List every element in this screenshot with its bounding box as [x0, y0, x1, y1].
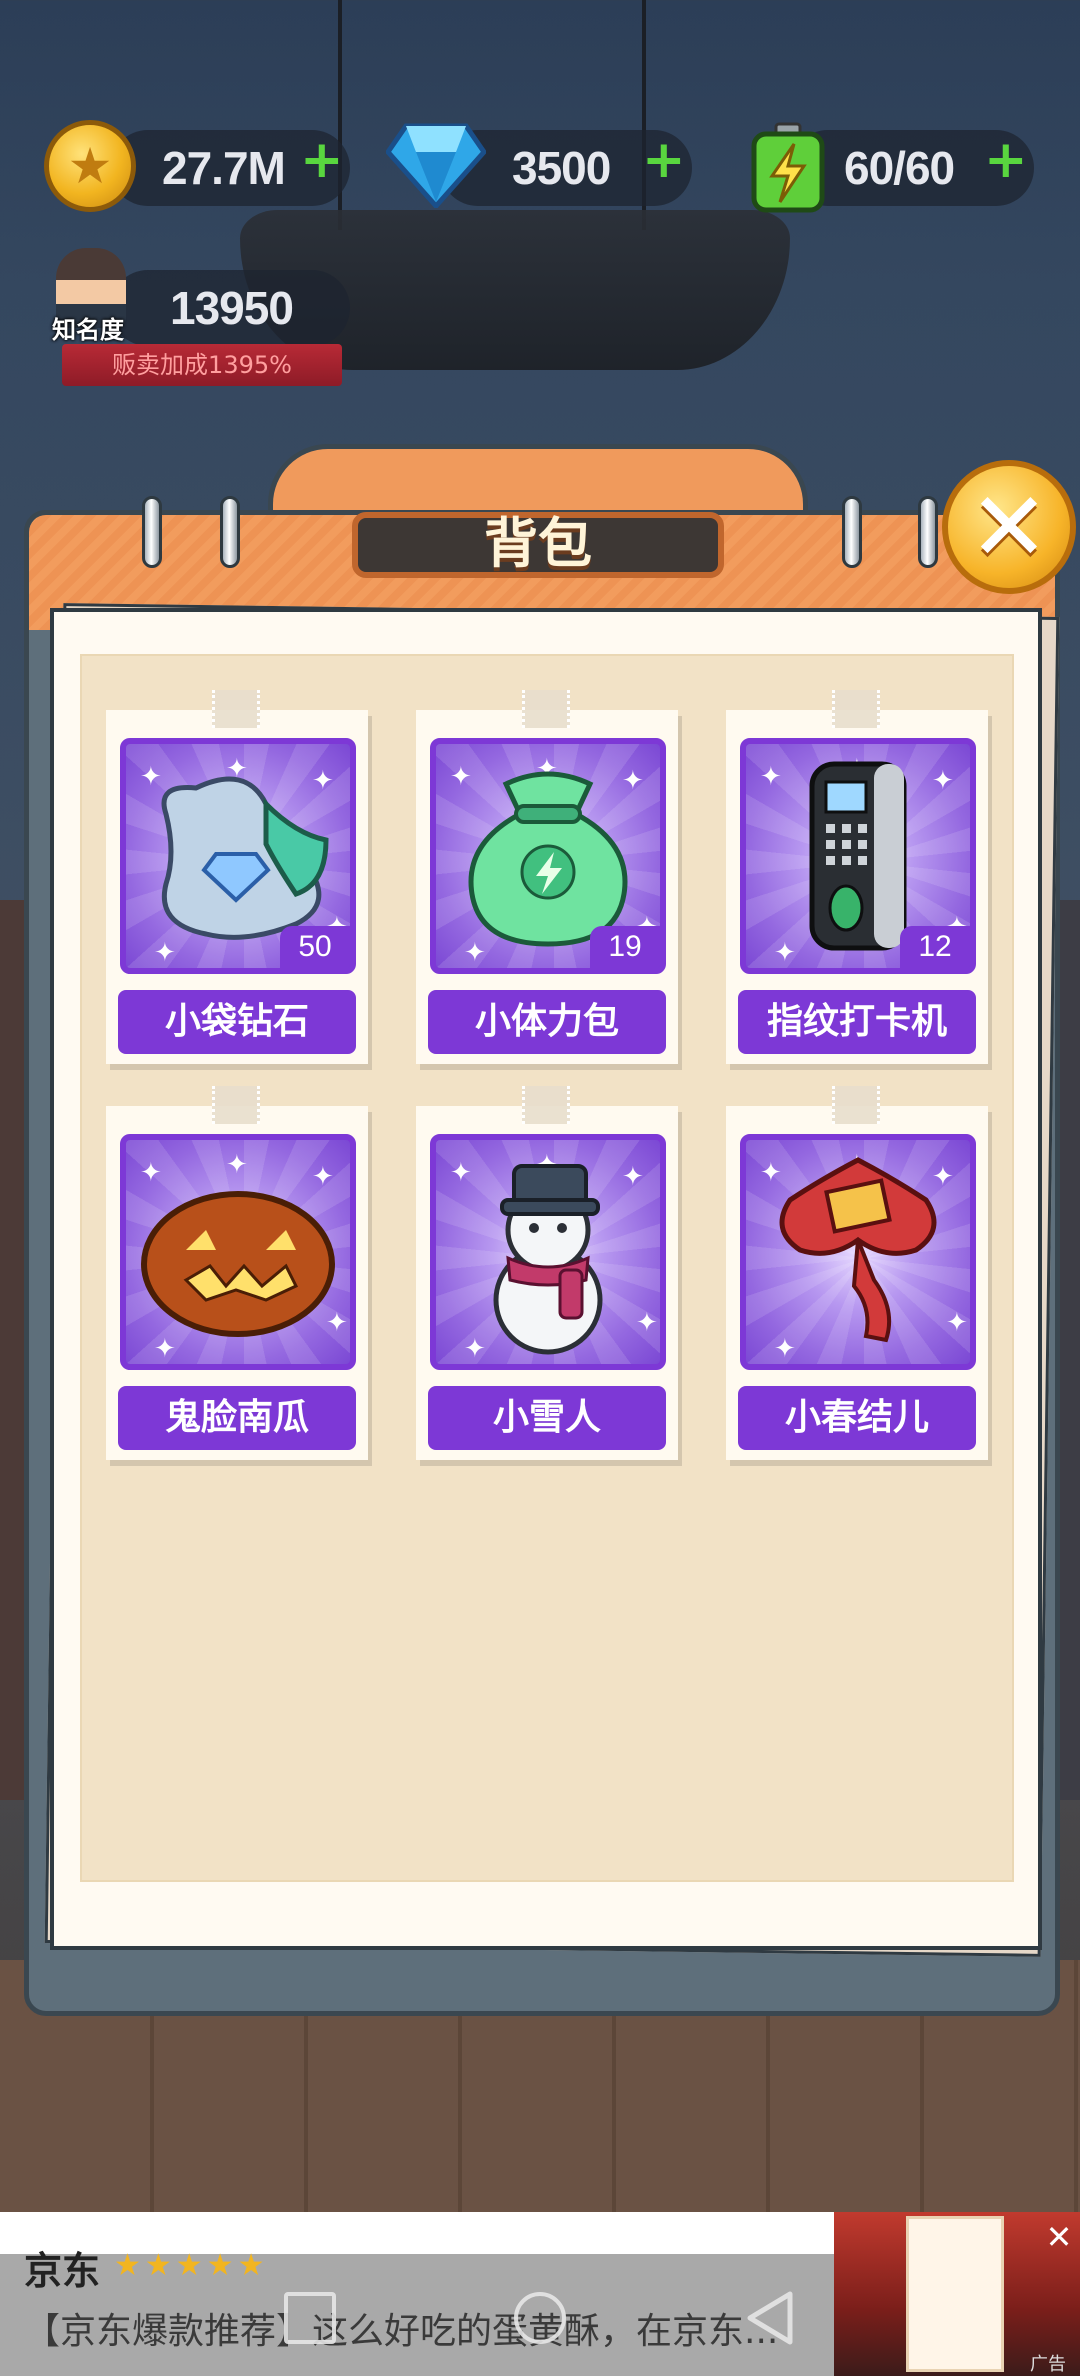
recent-apps-icon[interactable]	[284, 2292, 336, 2344]
close-button[interactable]: ✕	[942, 460, 1076, 594]
item-image-frame: ✦✦✦✦✦ 12	[740, 738, 976, 974]
tape-strip	[212, 690, 260, 728]
coin-icon: ★	[44, 120, 136, 212]
ad-close-icon[interactable]: ✕	[1044, 2221, 1074, 2253]
close-icon: ✕	[968, 471, 1050, 583]
tape-strip	[522, 690, 570, 728]
ad-tag: 广告	[1030, 2354, 1066, 2375]
item-name-label: 小体力包	[428, 990, 666, 1054]
ad-text[interactable]: 【京东爆款推荐】这么好吃的蛋黄酥，在京东...	[24, 2302, 794, 2354]
coin-counter: 27.7M +	[110, 130, 350, 206]
back-icon[interactable]	[744, 2290, 796, 2346]
inventory-item[interactable]: ✦✦✦✦✦ 50 小袋钻石	[106, 690, 368, 1064]
gem-value: 3500	[512, 142, 611, 194]
ad-product-image	[906, 2216, 1004, 2372]
binder-ring	[220, 496, 240, 568]
item-count-badge: 50	[280, 926, 350, 968]
tape-strip	[832, 690, 880, 728]
item-image-frame: ✦✦✦✦✦ 50	[120, 738, 356, 974]
tape-strip	[832, 1086, 880, 1124]
item-count-badge: 12	[900, 926, 970, 968]
item-image-frame: ✦✦✦✦✦	[120, 1134, 356, 1370]
sales-bonus-badge: 贩卖加成1395%	[62, 344, 342, 386]
tape-strip	[522, 1086, 570, 1124]
item-name-label: 指纹打卡机	[738, 990, 976, 1054]
diamond-icon	[386, 123, 486, 208]
item-name-label: 小袋钻石	[118, 990, 356, 1054]
ad-rating-stars: ★★★★★	[114, 2248, 269, 2283]
battery-icon	[751, 122, 825, 213]
panel-title: 背包	[352, 512, 724, 578]
inventory-item[interactable]: ✦✦✦✦✦ 小春结儿	[726, 1086, 988, 1460]
inventory-item[interactable]: ✦✦✦✦✦ 12 指纹打卡机	[726, 690, 988, 1064]
add-energy-button[interactable]: +	[984, 134, 1028, 186]
item-image-frame: ✦✦✦✦✦ 19	[430, 738, 666, 974]
item-image-frame: ✦✦✦✦✦	[740, 1134, 976, 1370]
item-count-badge: 19	[590, 926, 660, 968]
item-name-label: 鬼脸南瓜	[118, 1386, 356, 1450]
lamp-cord	[338, 0, 342, 230]
energy-value: 60/60	[844, 142, 955, 194]
binder-ring	[842, 496, 862, 568]
binder-ring	[918, 496, 938, 568]
item-name-label: 小春结儿	[738, 1386, 976, 1450]
inventory-item[interactable]: ✦✦✦✦✦ 19 小体力包	[416, 690, 678, 1064]
add-coins-button[interactable]: +	[300, 134, 344, 186]
inventory-item[interactable]: ✦ ✦ ✦ ✦ ✦ 鬼脸南瓜	[106, 1086, 368, 1460]
fame-value: 13950	[170, 282, 294, 334]
inventory-item[interactable]: ✦✦✦✦✦ 小雪人	[416, 1086, 678, 1460]
fame-label: 知名度	[52, 316, 124, 344]
add-gems-button[interactable]: +	[642, 134, 686, 186]
ad-brand: 京东	[24, 2249, 101, 2293]
fame-counter: 13950	[110, 270, 350, 346]
item-name-label: 小雪人	[428, 1386, 666, 1450]
tape-strip	[212, 1086, 260, 1124]
binder-ring	[142, 496, 162, 568]
item-image-frame: ✦✦✦✦✦	[430, 1134, 666, 1370]
coin-value: 27.7M	[162, 142, 286, 194]
home-icon[interactable]	[514, 2292, 566, 2344]
